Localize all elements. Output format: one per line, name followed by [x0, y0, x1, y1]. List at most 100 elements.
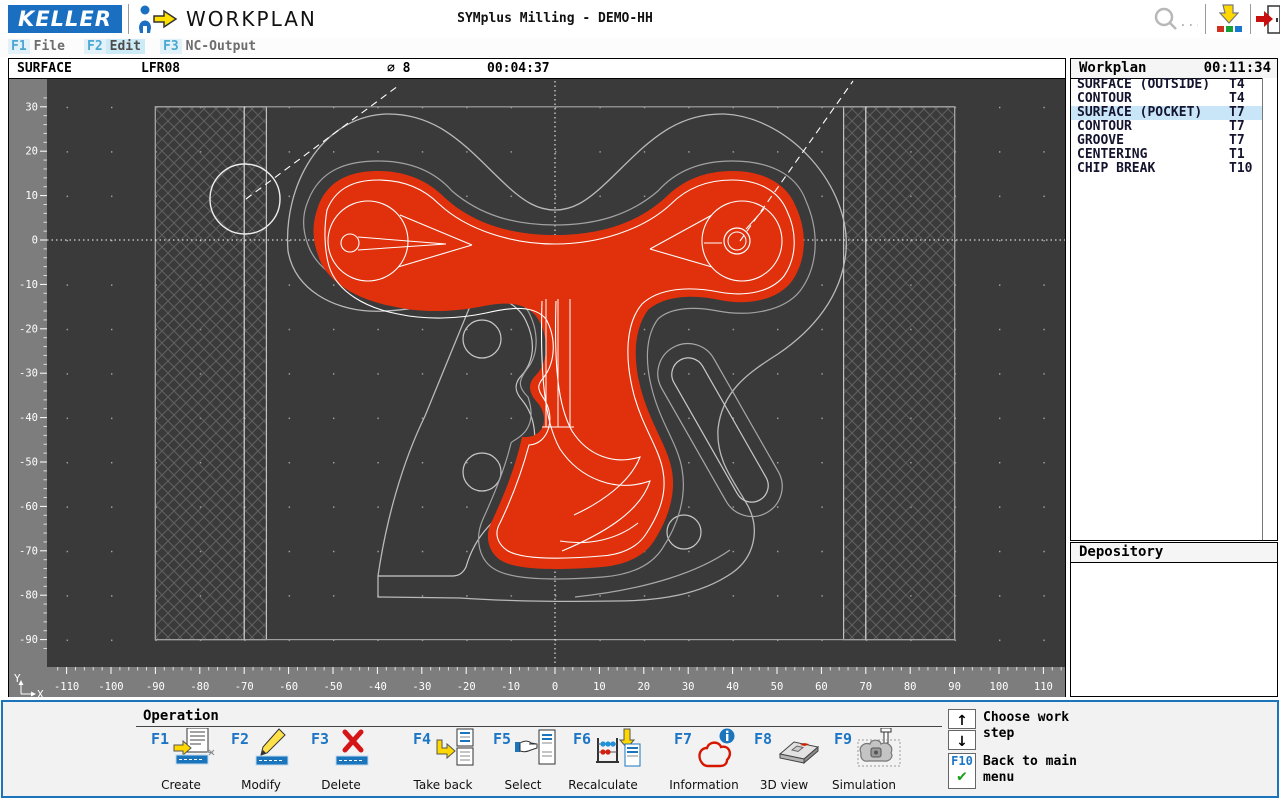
svg-text:80: 80	[904, 681, 917, 693]
depository-title: Depository	[1079, 544, 1163, 560]
choose-step-down-button[interactable]: ↓	[948, 730, 976, 750]
machining-time: 00:04:37	[487, 61, 550, 76]
svg-text:100: 100	[990, 681, 1009, 693]
svg-text:-80: -80	[19, 590, 38, 602]
modify-icon	[253, 728, 297, 772]
svg-text:70: 70	[859, 681, 872, 693]
svg-text:-10: -10	[501, 681, 520, 693]
search-icon[interactable]: ...	[1152, 6, 1198, 36]
take-back-icon	[435, 728, 479, 772]
svg-text:-20: -20	[457, 681, 476, 693]
choose-step-label: Choose work step	[983, 710, 1069, 742]
svg-text:-20: -20	[19, 323, 38, 335]
information-icon	[696, 728, 740, 774]
stock-band-right	[844, 107, 955, 640]
svg-text:20: 20	[25, 146, 38, 158]
workplan-step[interactable]: CHIP BREAKT10	[1071, 162, 1263, 176]
svg-text:10: 10	[593, 681, 606, 693]
svg-text:40: 40	[726, 681, 739, 693]
svg-text:50: 50	[771, 681, 784, 693]
graphics-viewport[interactable]: SURFACE LFR08 ⌀ 8 00:04:37	[8, 58, 1066, 697]
recalculate-button[interactable]: F6 Recalculate	[565, 728, 641, 794]
svg-text:-110: -110	[54, 681, 79, 693]
delete-button[interactable]: F3 Delete	[303, 728, 379, 794]
menu-file[interactable]: F1File	[8, 38, 69, 56]
simulation-icon	[856, 728, 902, 774]
workplan-panel: Workplan 00:11:34 SURFACE (OUTSIDE)T4CON…	[1070, 58, 1278, 541]
svg-text:110: 110	[1034, 681, 1053, 693]
depository-header: Depository	[1071, 543, 1277, 563]
svg-text:-50: -50	[324, 681, 343, 693]
svg-text:-40: -40	[19, 412, 38, 424]
3d-view-button[interactable]: F8 3D view	[746, 728, 822, 794]
svg-text:60: 60	[815, 681, 828, 693]
simulation-button[interactable]: F9 Simulation	[826, 728, 902, 794]
title-bar: KELLER WORKPLAN SYMplus Milling - DEMO-H…	[0, 0, 1280, 38]
create-icon	[173, 728, 217, 772]
svg-text:-50: -50	[19, 457, 38, 469]
svg-text:30: 30	[682, 681, 695, 693]
transfer-icon[interactable]	[1214, 4, 1246, 40]
back-to-main-label: Back to main menu	[983, 754, 1077, 786]
workplan-step[interactable]: CENTERINGT1	[1071, 148, 1263, 162]
y-ruler	[9, 79, 47, 697]
svg-text:0: 0	[32, 235, 38, 247]
svg-text:30: 30	[25, 101, 38, 113]
menu-bar: F1File F2Edit F3NC-Output	[0, 38, 1280, 57]
group-rule	[136, 726, 942, 727]
program-name: LFR08	[141, 61, 180, 76]
svg-text:90: 90	[948, 681, 961, 693]
arrow-down-icon: ↓	[956, 734, 968, 750]
workplan-step[interactable]: CONTOURT7	[1071, 120, 1263, 134]
separator	[1205, 4, 1206, 34]
svg-text:-60: -60	[279, 681, 298, 693]
application-window: KELLER WORKPLAN SYMplus Milling - DEMO-H…	[0, 0, 1280, 800]
svg-text:10: 10	[25, 190, 38, 202]
group-label: Operation	[143, 708, 219, 724]
svg-text:-10: -10	[19, 279, 38, 291]
depository-panel: Depository	[1070, 542, 1278, 697]
workplan-step[interactable]: SURFACE (POCKET)T7	[1071, 106, 1263, 120]
workplan-scrollbar[interactable]	[1262, 78, 1277, 540]
svg-text:-40: -40	[368, 681, 387, 693]
take-back-button[interactable]: F4 Take back	[405, 728, 481, 794]
menu-edit[interactable]: F2Edit	[84, 38, 145, 56]
function-key-toolbar: Operation F1 Create F2	[1, 700, 1279, 798]
workplan-total-time: 00:11:34	[1204, 60, 1271, 76]
svg-text:-30: -30	[19, 368, 38, 380]
tool-diameter: ⌀ 8	[387, 61, 410, 76]
svg-text:...: ...	[1179, 15, 1198, 30]
machining-graphic: -110-100-90-80-70-60-50-40-30-20-1001020…	[9, 79, 1065, 697]
exit-icon[interactable]	[1256, 4, 1280, 40]
3d-view-icon	[776, 728, 822, 772]
workplan-step[interactable]: GROOVET7	[1071, 134, 1263, 148]
workplan-step[interactable]: CONTOURT4	[1071, 92, 1263, 106]
svg-text:-100: -100	[98, 681, 123, 693]
arrow-up-icon: ↑	[956, 713, 968, 729]
recalculate-icon	[595, 728, 641, 772]
svg-text:-60: -60	[19, 501, 38, 513]
workplan-step-list: SURFACE (OUTSIDE)T4CONTOURT4SURFACE (POC…	[1071, 78, 1263, 540]
create-button[interactable]: F1 Create	[143, 728, 219, 794]
svg-text:-70: -70	[235, 681, 254, 693]
svg-text:X: X	[37, 688, 44, 697]
current-operation: SURFACE	[17, 61, 72, 76]
document-title: SYMplus Milling - DEMO-HH	[0, 11, 1110, 26]
select-icon	[515, 728, 559, 772]
svg-text:-90: -90	[19, 634, 38, 646]
information-button[interactable]: F7 Information	[666, 728, 742, 794]
svg-text:-30: -30	[412, 681, 431, 693]
menu-nc-output[interactable]: F3NC-Output	[160, 38, 260, 56]
modify-button[interactable]: F2 Modify	[223, 728, 299, 794]
back-to-main-button[interactable]: F10 ✔	[948, 753, 976, 789]
svg-text:0: 0	[552, 681, 558, 693]
separator	[1250, 4, 1251, 34]
svg-text:-70: -70	[19, 545, 38, 557]
svg-text:-90: -90	[146, 681, 165, 693]
select-button[interactable]: F5 Select	[485, 728, 561, 794]
choose-step-up-button[interactable]: ↑	[948, 709, 976, 729]
delete-icon	[333, 728, 377, 772]
workplan-header: Workplan 00:11:34	[1071, 59, 1277, 79]
svg-text:20: 20	[637, 681, 650, 693]
workplan-step[interactable]: SURFACE (OUTSIDE)T4	[1071, 78, 1263, 92]
